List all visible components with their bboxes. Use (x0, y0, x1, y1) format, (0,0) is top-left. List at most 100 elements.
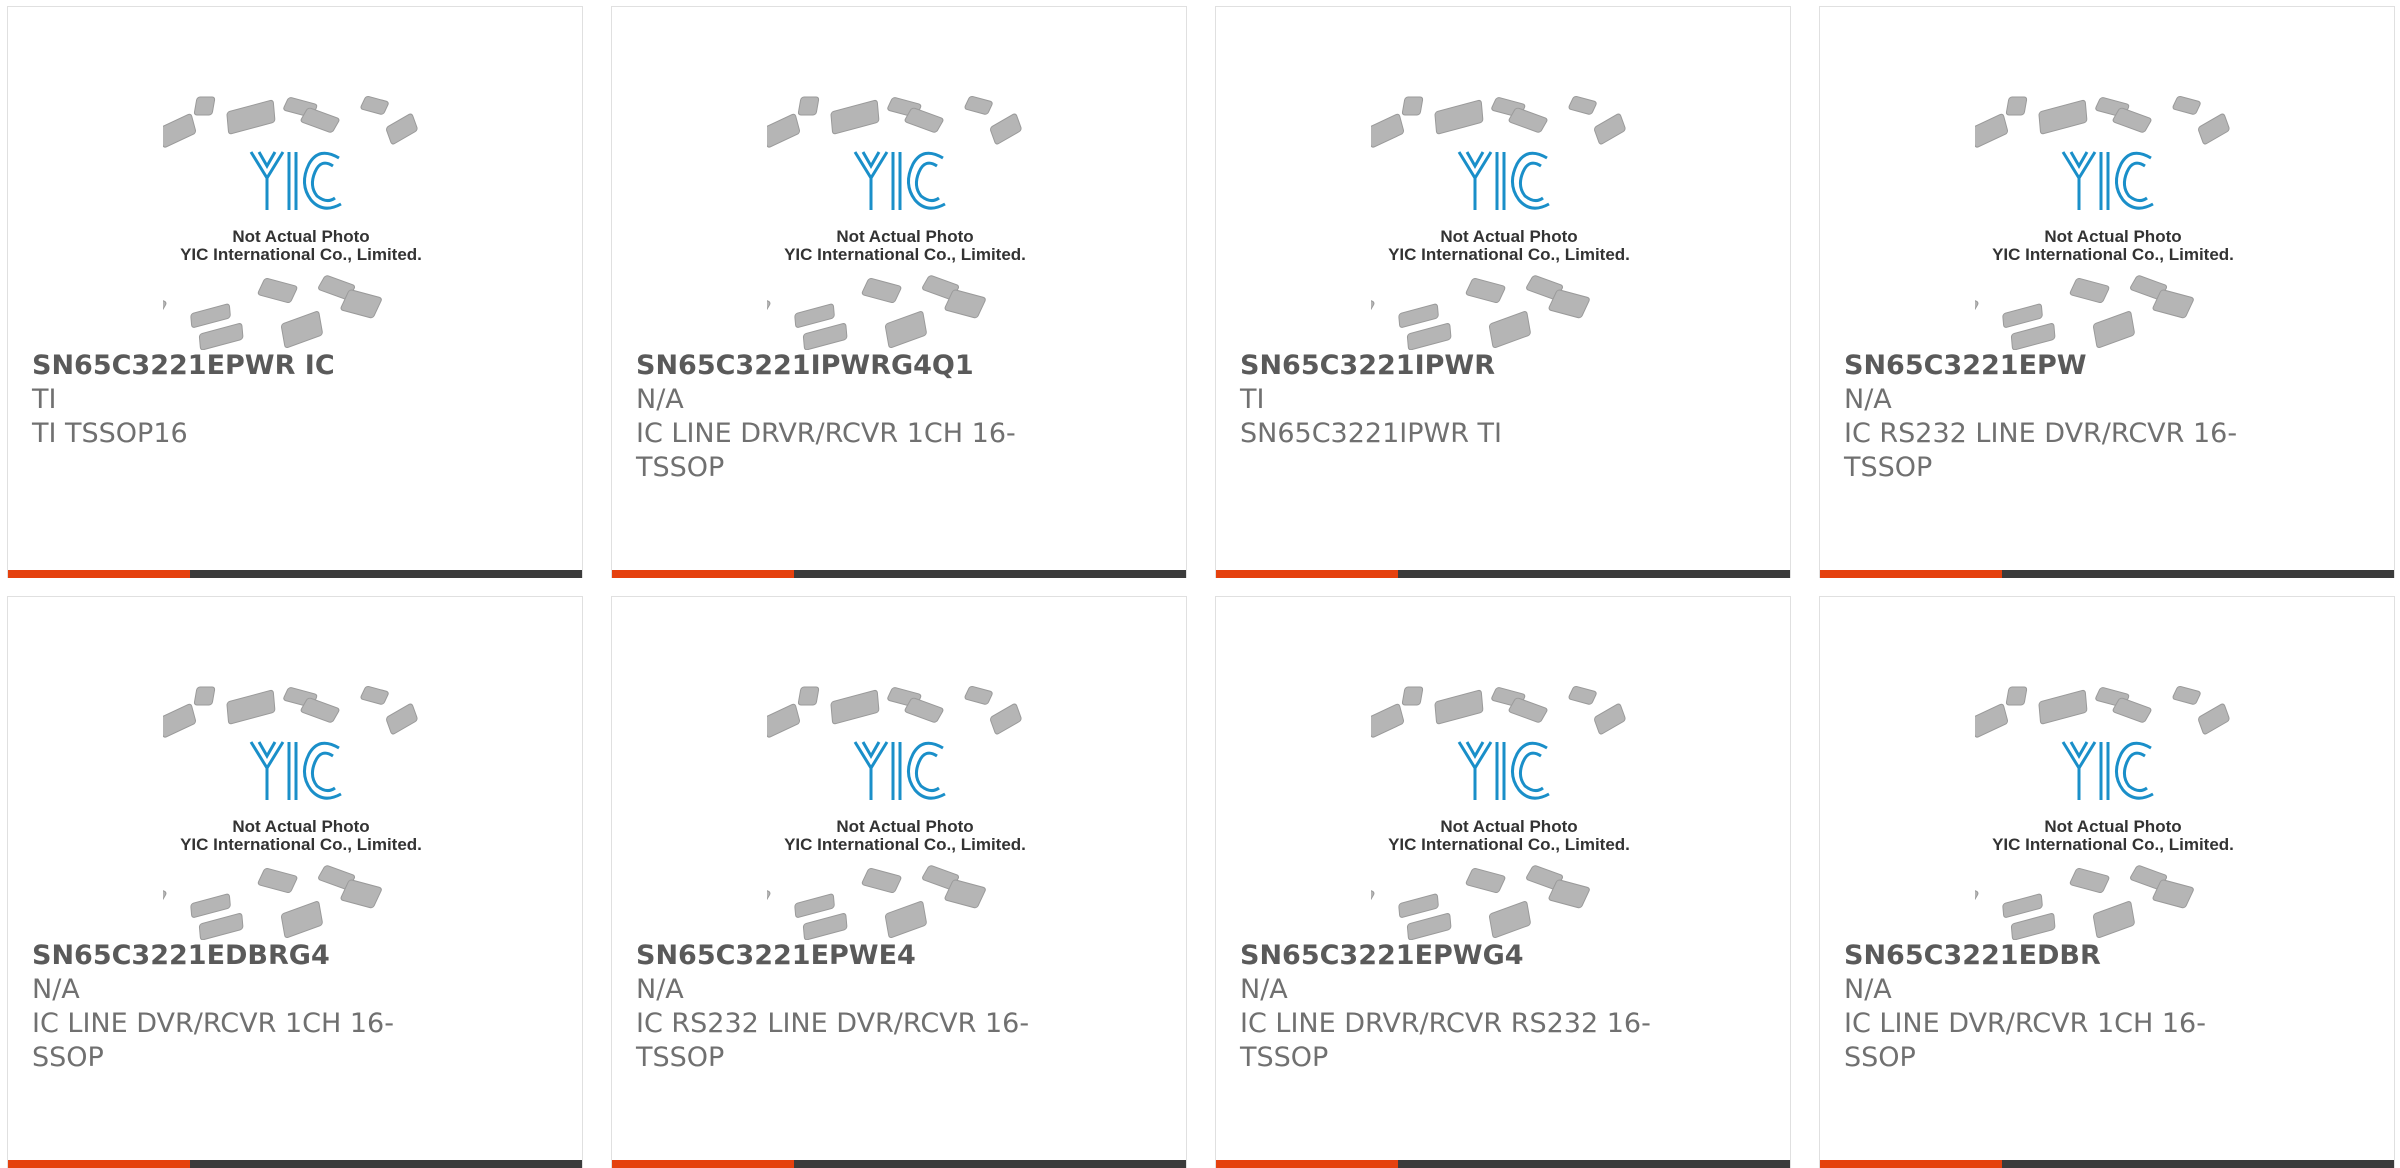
product-card[interactable]: Not Actual Photo YIC International Co., L… (1215, 596, 1791, 1168)
product-info: SN65C3221EDBR N/A IC LINE DVR/RCVR 1CH 1… (1844, 939, 2364, 1075)
card-footer-bar (1216, 1160, 1790, 1168)
product-card[interactable]: Not Actual Photo YIC International Co., L… (1215, 6, 1791, 578)
placeholder-photo-graphic: Not Actual PhotoYIC International Co., L… (163, 686, 422, 940)
card-accent-bar (8, 1160, 190, 1168)
placeholder-photo-graphic: Not Actual PhotoYIC International Co., L… (767, 96, 1026, 350)
chip-icons (1975, 686, 2230, 940)
product-image[interactable]: Not Actual Photo YIC International Co., L… (1371, 92, 1647, 350)
product-info: SN65C3221EPW N/A IC RS232 LINE DVR/RCVR … (1844, 349, 2364, 485)
chip-icons (163, 96, 418, 350)
product-info: SN65C3221EPWE4 N/A IC RS232 LINE DVR/RCV… (636, 939, 1156, 1075)
product-description: IC LINE DVR/RCVR 1CH 16-SSOP (32, 1008, 394, 1073)
product-part-number[interactable]: SN65C3221EPWG4 (1240, 939, 1760, 973)
product-image[interactable]: Not Actual Photo YIC International Co., L… (163, 92, 439, 350)
placeholder-line1: Not Actual Photo (232, 817, 369, 836)
card-accent-bar (1820, 1160, 2002, 1168)
chip-icons (767, 686, 1022, 940)
product-description: IC LINE DRVR/RCVR 1CH 16-TSSOP (636, 418, 1016, 483)
placeholder-photo-graphic: Not Actual PhotoYIC International Co., L… (1371, 96, 1630, 350)
placeholder-photo-graphic: Not Actual PhotoYIC International Co., L… (1975, 686, 2234, 940)
product-part-number[interactable]: SN65C3221EPW (1844, 349, 2364, 383)
product-part-number[interactable]: SN65C3221EPWR IC (32, 349, 552, 383)
product-manufacturer: N/A (636, 384, 684, 415)
placeholder-photo-graphic: Not Actual PhotoYIC International Co., L… (767, 686, 1026, 940)
product-image[interactable]: Not Actual Photo YIC International Co., L… (767, 92, 1043, 350)
yic-logo-icon (249, 741, 342, 800)
chip-icons (1371, 686, 1626, 940)
product-card[interactable]: Not Actual Photo YIC International Co., L… (611, 596, 1187, 1168)
yic-logo-icon (2061, 151, 2154, 210)
card-accent-bar (612, 570, 794, 578)
product-manufacturer: N/A (1844, 974, 1892, 1005)
product-part-number[interactable]: SN65C3221EDBRG4 (32, 939, 552, 973)
product-part-number[interactable]: SN65C3221IPWRG4Q1 (636, 349, 1156, 383)
product-info: SN65C3221IPWRG4Q1 N/A IC LINE DRVR/RCVR … (636, 349, 1156, 485)
product-info: SN65C3221EPWR IC TI TI TSSOP16 (32, 349, 552, 451)
placeholder-photo-graphic: Not Actual PhotoYIC International Co., L… (1371, 686, 1630, 940)
placeholder-photo-graphic: Not Actual PhotoYIC International Co., L… (1975, 96, 2234, 350)
card-footer-bar (1216, 570, 1790, 578)
placeholder-line2: YIC International Co., Limited. (180, 835, 422, 854)
product-part-number[interactable]: SN65C3221IPWR (1240, 349, 1760, 383)
placeholder-line2: YIC International Co., Limited. (180, 245, 422, 264)
product-manufacturer: TI (1240, 384, 1265, 415)
product-card[interactable]: Not Actual Photo YIC International Co., L… (7, 6, 583, 578)
yic-logo-icon (853, 741, 946, 800)
placeholder-line2: YIC International Co., Limited. (1388, 245, 1630, 264)
yic-logo-icon (249, 151, 342, 210)
product-manufacturer: TI (32, 384, 57, 415)
product-description: TI TSSOP16 (32, 418, 188, 449)
placeholder-line2: YIC International Co., Limited. (1992, 835, 2234, 854)
placeholder-line1: Not Actual Photo (2044, 227, 2181, 246)
placeholder-photo-graphic: Not Actual PhotoYIC International Co., L… (163, 96, 422, 350)
product-card[interactable]: Not Actual Photo YIC International Co., L… (1819, 6, 2395, 578)
chip-icons (767, 96, 1022, 350)
product-description: IC RS232 LINE DVR/RCVR 16-TSSOP (636, 1008, 1030, 1073)
product-info: SN65C3221EDBRG4 N/A IC LINE DVR/RCVR 1CH… (32, 939, 552, 1075)
product-image[interactable]: Not Actual Photo YIC International Co., L… (163, 682, 439, 940)
product-part-number[interactable]: SN65C3221EPWE4 (636, 939, 1156, 973)
chip-icons (163, 686, 418, 940)
placeholder-line2: YIC International Co., Limited. (1388, 835, 1630, 854)
product-card[interactable]: Not Actual Photo YIC International Co., L… (7, 596, 583, 1168)
product-grid: Not Actual Photo YIC International Co., L… (0, 0, 2400, 1168)
product-description: SN65C3221IPWR TI (1240, 418, 1502, 449)
card-footer-bar (612, 570, 1186, 578)
product-part-number[interactable]: SN65C3221EDBR (1844, 939, 2364, 973)
card-accent-bar (1216, 570, 1398, 578)
card-footer-bar (8, 570, 582, 578)
product-manufacturer: N/A (636, 974, 684, 1005)
card-accent-bar (1820, 570, 2002, 578)
product-image[interactable]: Not Actual Photo YIC International Co., L… (1975, 92, 2251, 350)
product-image[interactable]: Not Actual Photo YIC International Co., L… (1975, 682, 2251, 940)
product-description: IC LINE DRVR/RCVR RS232 16-TSSOP (1240, 1008, 1651, 1073)
product-card[interactable]: Not Actual Photo YIC International Co., L… (611, 6, 1187, 578)
card-footer-bar (612, 1160, 1186, 1168)
placeholder-line1: Not Actual Photo (1440, 227, 1577, 246)
placeholder-line2: YIC International Co., Limited. (784, 835, 1026, 854)
placeholder-line1: Not Actual Photo (1440, 817, 1577, 836)
product-info: SN65C3221IPWR TI SN65C3221IPWR TI (1240, 349, 1760, 451)
card-accent-bar (8, 570, 190, 578)
card-footer-bar (1820, 1160, 2394, 1168)
placeholder-line1: Not Actual Photo (836, 817, 973, 836)
product-description: IC RS232 LINE DVR/RCVR 16-TSSOP (1844, 418, 2238, 483)
yic-logo-icon (1457, 151, 1550, 210)
placeholder-line1: Not Actual Photo (2044, 817, 2181, 836)
product-image[interactable]: Not Actual Photo YIC International Co., L… (1371, 682, 1647, 940)
product-description: IC LINE DVR/RCVR 1CH 16-SSOP (1844, 1008, 2206, 1073)
product-info: SN65C3221EPWG4 N/A IC LINE DRVR/RCVR RS2… (1240, 939, 1760, 1075)
placeholder-line2: YIC International Co., Limited. (1992, 245, 2234, 264)
placeholder-line2: YIC International Co., Limited. (784, 245, 1026, 264)
yic-logo-icon (853, 151, 946, 210)
product-manufacturer: N/A (1844, 384, 1892, 415)
card-footer-bar (1820, 570, 2394, 578)
product-card[interactable]: Not Actual Photo YIC International Co., L… (1819, 596, 2395, 1168)
card-accent-bar (612, 1160, 794, 1168)
card-accent-bar (1216, 1160, 1398, 1168)
product-manufacturer: N/A (32, 974, 80, 1005)
chip-icons (1975, 96, 2230, 350)
product-image[interactable]: Not Actual Photo YIC International Co., L… (767, 682, 1043, 940)
yic-logo-icon (1457, 741, 1550, 800)
product-manufacturer: N/A (1240, 974, 1288, 1005)
